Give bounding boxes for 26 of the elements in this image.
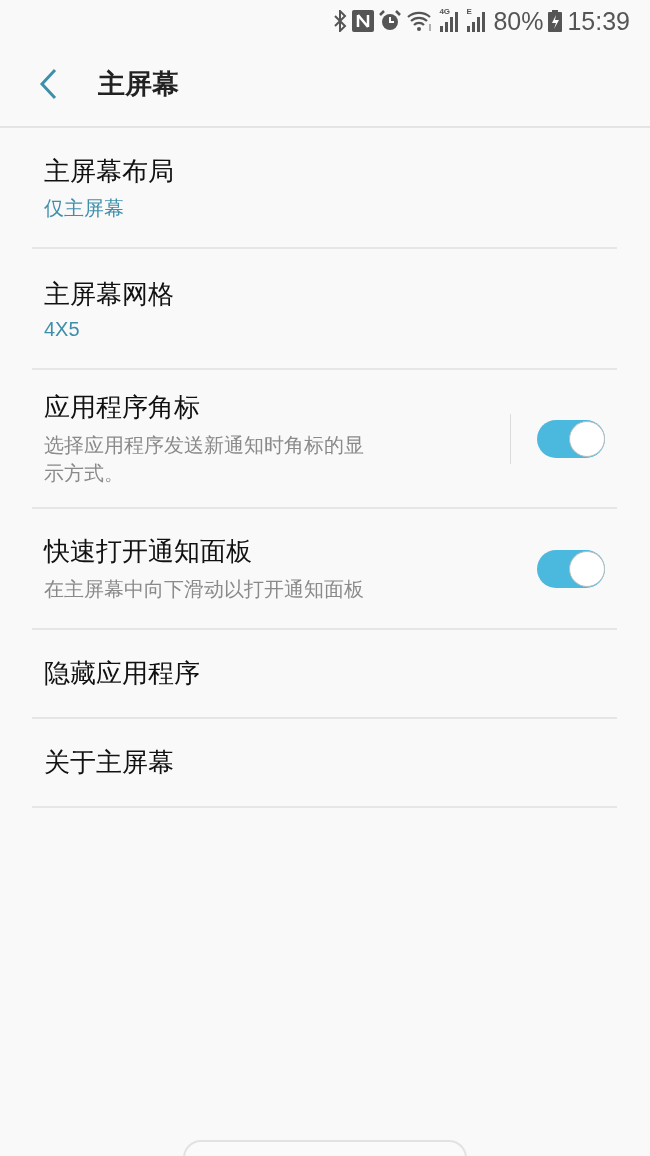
setting-value: 仅主屏幕 bbox=[44, 195, 125, 221]
bluetooth-icon bbox=[333, 10, 348, 32]
toggle-switch[interactable] bbox=[537, 419, 605, 458]
setting-description: 选择应用程序发送新通知时角标的显示方式。 bbox=[44, 433, 365, 486]
clock-time: 15:39 bbox=[567, 6, 630, 36]
toggle-switch[interactable] bbox=[537, 549, 605, 588]
back-icon bbox=[38, 68, 58, 100]
page-title: 主屏幕 bbox=[98, 68, 179, 101]
setting-title: 快速打开通知面板 bbox=[44, 535, 253, 568]
setting-item[interactable]: 主屏幕布局 仅主屏幕 bbox=[32, 128, 617, 249]
setting-description: 在主屏幕中向下滑动以打开通知面板 bbox=[44, 577, 365, 602]
setting-title: 应用程序角标 bbox=[44, 391, 201, 424]
setting-item[interactable]: 关于主屏幕 bbox=[32, 719, 617, 808]
setting-item[interactable]: 应用程序角标 选择应用程序发送新通知时角标的显示方式。 bbox=[32, 370, 617, 509]
setting-item[interactable]: 主屏幕网格 4X5 bbox=[32, 249, 617, 370]
alarm-icon bbox=[379, 10, 402, 32]
nfc-icon bbox=[352, 10, 375, 32]
battery-charging-icon bbox=[548, 10, 563, 32]
setting-item[interactable]: 快速打开通知面板 在主屏幕中向下滑动以打开通知面板 bbox=[32, 509, 617, 630]
setting-value: 4X5 bbox=[44, 317, 81, 341]
setting-title: 主屏幕网格 bbox=[44, 277, 175, 311]
battery-percent: 80% bbox=[493, 6, 544, 36]
setting-title: 关于主屏幕 bbox=[44, 746, 175, 779]
setting-title: 隐藏应用程序 bbox=[44, 657, 201, 690]
setting-item[interactable]: 隐藏应用程序 bbox=[32, 630, 617, 719]
setting-title: 主屏幕布局 bbox=[44, 154, 175, 188]
